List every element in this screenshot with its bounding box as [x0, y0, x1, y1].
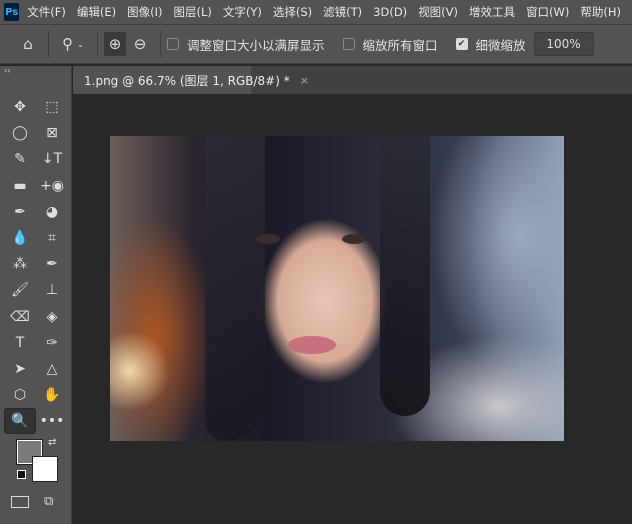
- divider: [48, 30, 49, 58]
- triangle-tool[interactable]: △: [36, 356, 68, 382]
- red-eye-tool[interactable]: +◉: [36, 173, 68, 199]
- menu-image[interactable]: 图像(I): [127, 4, 162, 20]
- frame-tool[interactable]: ⊠: [36, 120, 68, 146]
- screen-mode-icon[interactable]: ⧉: [44, 494, 53, 509]
- divider: [97, 30, 98, 58]
- zoom-all-windows-checkbox[interactable]: 缩放所有窗口: [342, 35, 438, 54]
- quick-selection-tool[interactable]: ✎: [4, 146, 36, 172]
- tools-panel: ‹‹ ✥ ⬚ ◯ ⊠ ✎ ↓T ▬ +◉ ✒ ◕ 💧 ⌗ ⁂ ✒ 🖌 ⊥ ⌫ ◈ T ✑ ➤ △ ⬡ ✋ 🔍 ••• ⇄ ⧉: [0, 66, 72, 524]
- gradient-tool[interactable]: ▬: [4, 173, 36, 199]
- image-region: [256, 234, 280, 244]
- document-tab-title: 1.png @ 66.7% (图层 1, RGB/8#) *: [84, 73, 290, 88]
- options-bar: ⌂ ⚲ ⌄ ⊕ ⊖ 调整窗口大小以满屏显示 缩放所有窗口 ✔ 细微缩放 100%: [0, 24, 632, 64]
- vertical-type-mask-tool[interactable]: ↓T: [36, 146, 68, 172]
- tool-grid: ✥ ⬚ ◯ ⊠ ✎ ↓T ▬ +◉ ✒ ◕ 💧 ⌗ ⁂ ✒ 🖌 ⊥ ⌫ ◈ T ✑ ➤ △ ⬡ ✋ 🔍 •••: [4, 94, 68, 435]
- eraser-tool[interactable]: ⌫: [4, 304, 36, 330]
- image-region: [380, 136, 430, 416]
- checkbox-icon: [167, 38, 179, 50]
- patch-tool[interactable]: ◕: [36, 199, 68, 225]
- lasso-tool[interactable]: ◯: [4, 120, 36, 146]
- paint-bucket-tool[interactable]: ◈: [36, 304, 68, 330]
- photoshop-logo: Ps: [4, 3, 20, 21]
- menu-help[interactable]: 帮助(H): [580, 4, 621, 20]
- zoom-in-button[interactable]: ⊕: [104, 32, 126, 56]
- magnifier-icon: ⚲: [62, 35, 74, 53]
- menu-window[interactable]: 窗口(W): [526, 4, 569, 20]
- type-tool[interactable]: T: [4, 330, 36, 356]
- image-region: [342, 234, 366, 244]
- fit-screen-checkbox[interactable]: 调整窗口大小以满屏显示: [167, 35, 325, 54]
- zoom-percentage-field[interactable]: 100%: [533, 32, 594, 56]
- checkmark-icon: ✔: [455, 38, 468, 50]
- zoom-tool[interactable]: 🔍: [4, 408, 36, 435]
- zoom-out-button[interactable]: ⊖: [126, 35, 154, 53]
- document-tab[interactable]: 1.png @ 66.7% (图层 1, RGB/8#) * ×: [73, 66, 309, 94]
- menu-plugins[interactable]: 增效工具: [469, 4, 515, 20]
- menu-view[interactable]: 视图(V): [418, 4, 458, 20]
- color-sampler-tool[interactable]: ✒: [36, 251, 68, 277]
- blur-tool[interactable]: 💧: [4, 225, 36, 251]
- menu-layer[interactable]: 图层(L): [174, 4, 212, 20]
- checkbox-icon: [342, 38, 355, 50]
- quick-mask-icon[interactable]: [11, 496, 29, 508]
- path-selection-tool[interactable]: ➤: [4, 356, 36, 382]
- magic-wand-tool[interactable]: ⁂: [4, 251, 36, 277]
- scrubby-zoom-checkbox[interactable]: ✔ 细微缩放: [455, 35, 526, 54]
- collapse-panel-button[interactable]: ‹‹: [4, 66, 10, 75]
- chevron-down-icon: ⌄: [77, 39, 84, 49]
- document-canvas-image[interactable]: [110, 136, 564, 441]
- brush-tool[interactable]: 🖌: [4, 277, 36, 303]
- zoom-preset-dropdown[interactable]: ⚲ ⌄: [55, 35, 91, 53]
- image-region: [205, 136, 265, 441]
- menu-bar: Ps 文件(F) 编辑(E) 图像(I) 图层(L) 文字(Y) 选择(S) 滤…: [0, 0, 632, 24]
- menu-select[interactable]: 选择(S): [273, 4, 312, 20]
- swap-colors-icon[interactable]: ⇄: [48, 437, 56, 448]
- menu-edit[interactable]: 编辑(E): [77, 4, 116, 20]
- menu-type[interactable]: 文字(Y): [223, 4, 262, 20]
- home-icon[interactable]: ⌂: [14, 35, 42, 53]
- stamp-tool[interactable]: ⊥: [36, 277, 68, 303]
- more-tools[interactable]: •••: [36, 408, 68, 434]
- image-region: [288, 336, 336, 354]
- polygon-tool[interactable]: ⬡: [4, 382, 36, 408]
- crop-tool[interactable]: ⌗: [36, 225, 68, 251]
- pen-tool[interactable]: ✑: [36, 330, 68, 356]
- eyedropper-tool[interactable]: ✒: [4, 199, 36, 225]
- divider: [160, 30, 161, 58]
- background-color-swatch[interactable]: [32, 456, 58, 482]
- move-tool[interactable]: ✥: [4, 94, 36, 120]
- hand-tool[interactable]: ✋: [36, 382, 68, 408]
- default-colors-icon[interactable]: [17, 470, 26, 479]
- close-tab-icon[interactable]: ×: [300, 74, 309, 87]
- menu-filter[interactable]: 滤镜(T): [323, 4, 362, 20]
- document-tab-bar: 1.png @ 66.7% (图层 1, RGB/8#) * ×: [73, 66, 632, 94]
- marquee-tool[interactable]: ⬚: [36, 94, 68, 120]
- menu-file[interactable]: 文件(F): [27, 4, 66, 20]
- menu-3d[interactable]: 3D(D): [373, 5, 407, 19]
